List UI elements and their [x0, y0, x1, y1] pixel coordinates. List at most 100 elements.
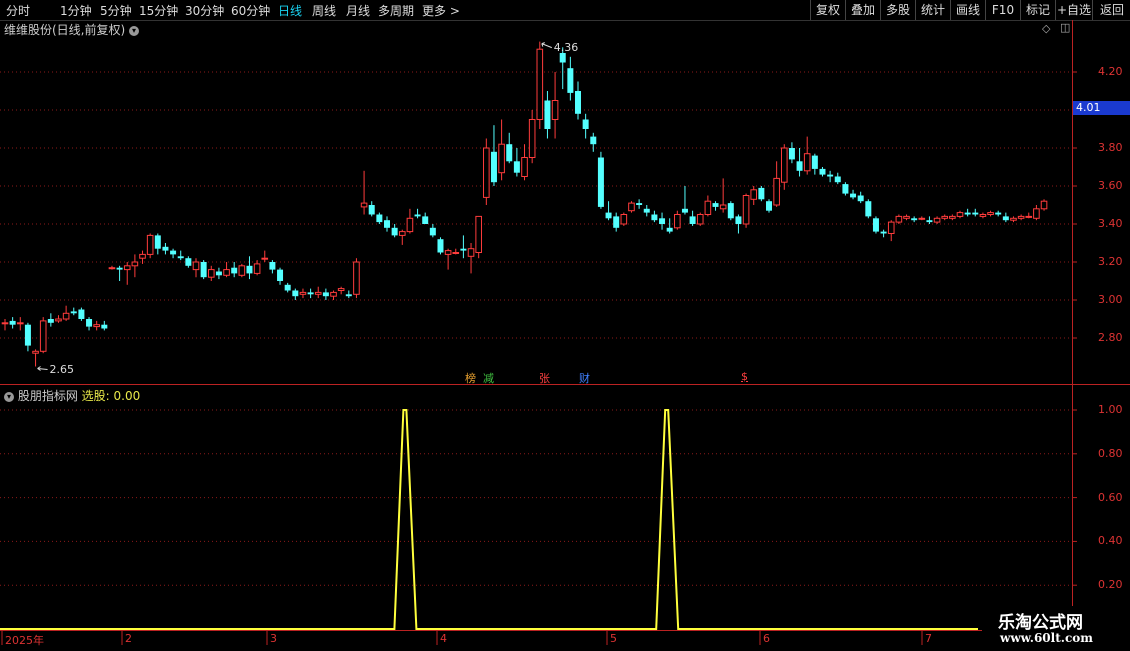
candle-body [498, 143, 505, 174]
event-tag-2[interactable]: 张 [539, 370, 550, 386]
candle-body [253, 263, 261, 274]
date-axis: 2025年 2 3 4 5 6 7 [0, 630, 1130, 651]
candle-body [345, 294, 352, 297]
candle-body [429, 227, 436, 236]
candle-body [1010, 217, 1017, 221]
candle-body [620, 214, 628, 225]
candle-body [32, 350, 39, 354]
candle-body [177, 256, 184, 259]
candle-body [666, 227, 673, 232]
candle-body [452, 252, 460, 254]
candle-body [483, 147, 490, 198]
date-label: 7 [925, 632, 932, 645]
candle-body [590, 136, 597, 145]
event-tag-0[interactable]: 榜 [465, 370, 476, 386]
candle-body [597, 157, 604, 207]
candle-body [78, 309, 85, 319]
candle-body [475, 215, 482, 253]
candle-body [9, 320, 16, 325]
candle-body [850, 193, 857, 198]
candle-body [277, 269, 284, 281]
candle-body [146, 234, 154, 255]
candle-body [406, 217, 414, 233]
candle-body [674, 214, 681, 229]
candle-body [605, 212, 612, 219]
low-arrow-icon [37, 366, 48, 371]
candle-body [86, 319, 93, 327]
candle-body [414, 214, 421, 217]
candle-body [567, 68, 574, 93]
candle-body [712, 203, 719, 207]
candle-body [827, 174, 834, 177]
candle-body [1017, 215, 1025, 219]
watermark-url: www.60lt.com [1000, 631, 1093, 645]
date-label: 2 [125, 632, 132, 645]
candle-body [70, 311, 77, 314]
candle-body [246, 265, 253, 274]
candle-body [903, 215, 910, 219]
candle-body [865, 201, 872, 217]
candle-body [521, 157, 528, 177]
candle-body [24, 324, 31, 346]
event-tag-1[interactable]: 减 [483, 370, 494, 386]
high-price-label: 4.36 [553, 40, 579, 54]
event-tag-4[interactable]: $ [741, 370, 748, 383]
candle-body [659, 218, 666, 224]
candle-body [1002, 216, 1009, 221]
candle-body [551, 100, 559, 120]
candle-body [314, 291, 322, 295]
candle-body [803, 153, 811, 172]
candle-body [1040, 200, 1048, 210]
candle-body [192, 261, 200, 271]
candle-body [536, 48, 544, 121]
candle-body [780, 147, 788, 183]
candle-body [742, 195, 750, 225]
candle-body [941, 215, 949, 219]
candle-body [513, 161, 520, 173]
candle-body [735, 216, 742, 224]
candle-body [964, 212, 971, 215]
candle-body [101, 324, 108, 329]
price-tick-label: 3.40 [1098, 217, 1123, 230]
candle-body [55, 318, 62, 322]
price-tick-label: 3.20 [1098, 255, 1123, 268]
candle-body [750, 189, 758, 200]
candle-body [238, 265, 246, 276]
candle-body [490, 151, 497, 183]
candle-body [307, 292, 314, 295]
candle-body [758, 187, 765, 200]
current-price-tag: 4.01 [1073, 101, 1130, 116]
candle-body [796, 161, 803, 171]
candle-body [360, 202, 368, 208]
date-label: 3 [270, 632, 277, 645]
candle-body [956, 212, 964, 217]
price-tick-label: 3.60 [1098, 179, 1123, 192]
candle-body [460, 248, 467, 251]
candle-body [995, 212, 1002, 215]
candle-body [506, 144, 513, 162]
candle-body [842, 184, 849, 194]
candle-body [911, 218, 918, 221]
candle-body [139, 253, 146, 259]
candle-body [949, 215, 956, 219]
signal-line [0, 409, 978, 630]
candle-body [62, 312, 70, 320]
candle-body [353, 261, 360, 295]
candle-body [200, 262, 207, 278]
indicator-tick-label: 0.20 [1098, 578, 1123, 592]
candle-body [766, 201, 772, 211]
candle-body [857, 195, 864, 202]
candle-body [811, 155, 818, 169]
candle-body [834, 176, 841, 183]
candle-body [154, 235, 161, 249]
candle-body [696, 214, 704, 225]
candle-body [613, 216, 620, 228]
candle-body [207, 269, 215, 278]
event-tag-3[interactable]: 财 [579, 370, 590, 386]
chart-canvas [0, 20, 1130, 645]
candle-body [979, 214, 987, 217]
candle-body [93, 324, 100, 328]
candle-body [872, 218, 879, 232]
indicator-tick-label: 1.00 [1098, 403, 1123, 416]
candle-body [437, 239, 444, 253]
